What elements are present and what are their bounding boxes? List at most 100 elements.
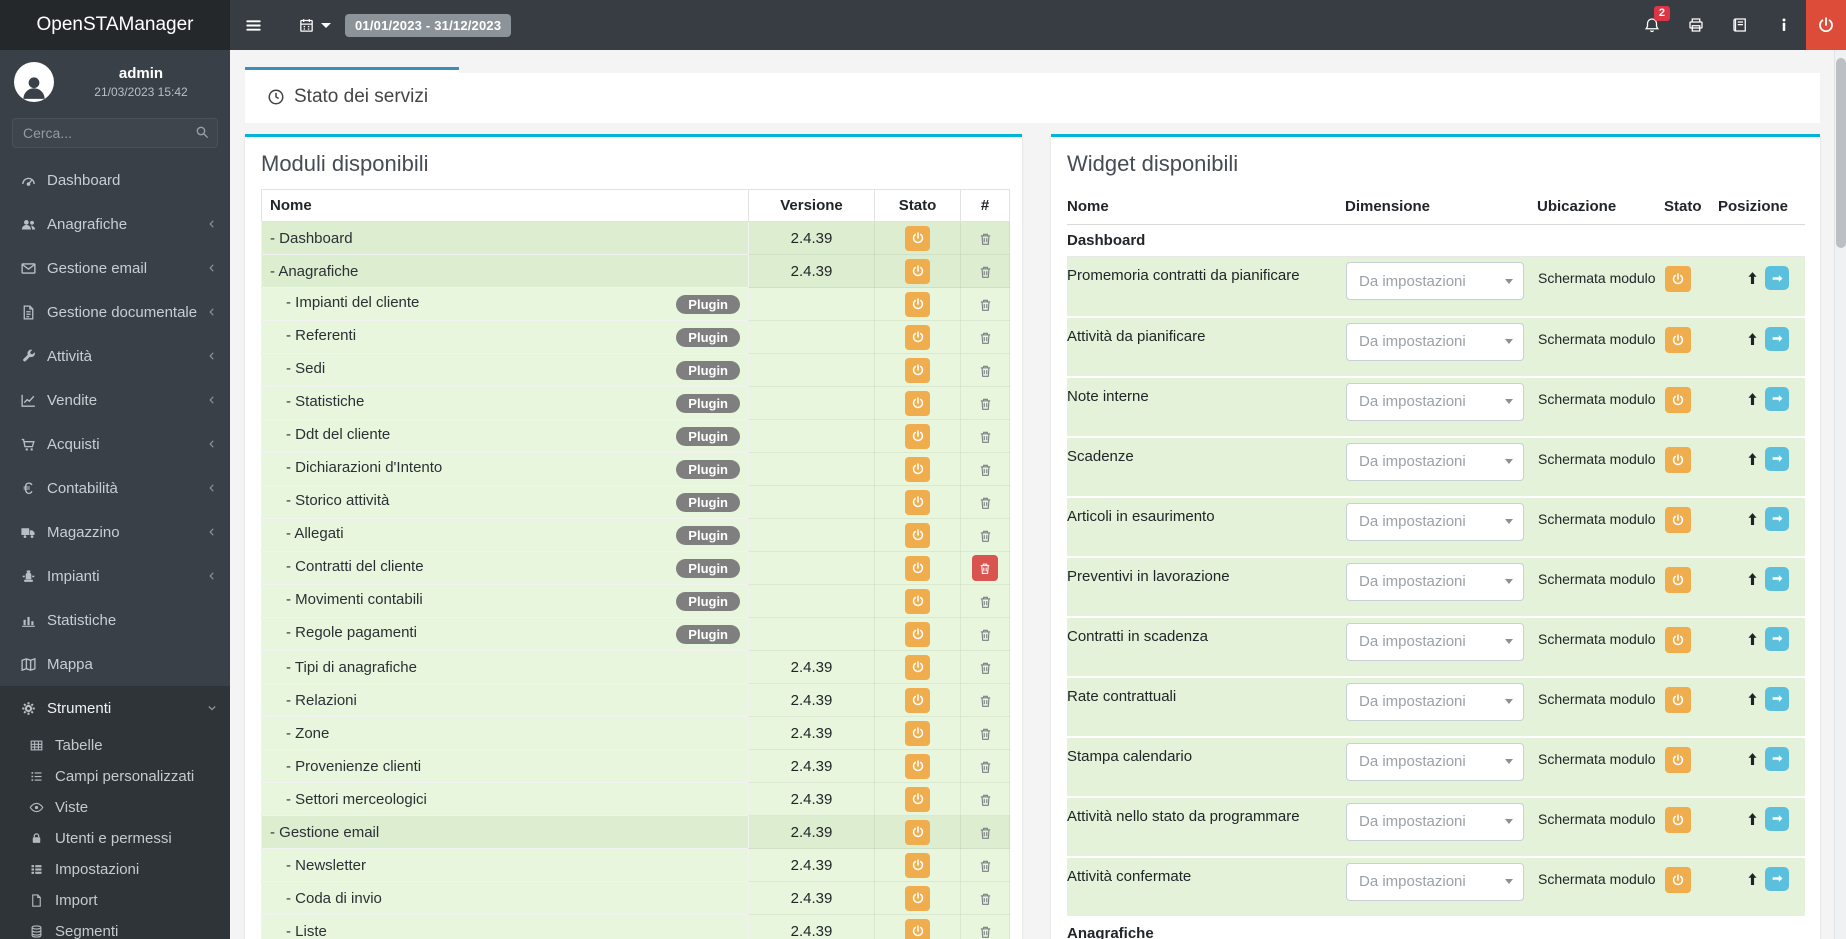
module-toggle-button[interactable] (905, 357, 930, 383)
sidebar-item-viste[interactable]: Viste (0, 792, 230, 823)
move-up-button[interactable] (1745, 451, 1760, 467)
sidebar-item-mappa[interactable]: Mappa (0, 642, 230, 686)
module-toggle-button[interactable] (905, 423, 930, 449)
trash-icon[interactable] (978, 726, 993, 742)
module-toggle-button[interactable] (905, 621, 930, 647)
go-to-widget-button[interactable] (1765, 806, 1789, 831)
sidebar-item-magazzino[interactable]: Magazzino (0, 510, 230, 554)
module-toggle-button[interactable] (905, 720, 930, 746)
go-to-widget-button[interactable] (1765, 326, 1789, 351)
trash-icon[interactable] (978, 330, 993, 346)
widget-dimension-select[interactable]: Da impostazioni (1346, 562, 1524, 601)
widget-toggle-button[interactable] (1665, 266, 1691, 292)
module-toggle-button[interactable] (905, 885, 930, 911)
module-toggle-button[interactable] (905, 225, 930, 251)
widget-dimension-select[interactable]: Da impostazioni (1346, 682, 1524, 721)
sidebar-item-contabilit[interactable]: € Contabilità (0, 466, 230, 510)
module-toggle-button[interactable] (905, 324, 930, 350)
widget-toggle-button[interactable] (1665, 326, 1691, 353)
move-up-button[interactable] (1745, 751, 1760, 767)
scrollbar-thumb[interactable] (1836, 58, 1846, 248)
module-toggle-button[interactable] (905, 390, 930, 416)
trash-icon[interactable] (978, 594, 993, 610)
module-toggle-button[interactable] (905, 852, 930, 878)
move-up-button[interactable] (1745, 631, 1760, 647)
trash-icon[interactable] (978, 297, 993, 313)
trash-icon[interactable] (978, 693, 993, 709)
sidebar-item-gestione-email[interactable]: Gestione email (0, 246, 230, 290)
trash-icon[interactable] (978, 396, 993, 412)
sidebar-item-import[interactable]: Import (0, 885, 230, 916)
widget-dimension-select[interactable]: Da impostazioni (1346, 442, 1524, 481)
sidebar-item-strumenti[interactable]: Strumenti (0, 686, 230, 730)
trash-icon[interactable] (978, 858, 993, 874)
widget-toggle-button[interactable] (1665, 446, 1691, 473)
sidebar-item-acquisti[interactable]: Acquisti (0, 422, 230, 466)
trash-icon[interactable] (978, 759, 993, 775)
module-toggle-button[interactable] (905, 522, 930, 548)
module-toggle-button[interactable] (905, 819, 930, 845)
sidebar-item-utenti-e-permessi[interactable]: Utenti e permessi (0, 823, 230, 854)
move-up-button[interactable] (1745, 811, 1760, 827)
widget-dimension-select[interactable]: Da impostazioni (1346, 322, 1524, 361)
sidebar-item-impostazioni[interactable]: Impostazioni (0, 854, 230, 885)
trash-icon[interactable] (978, 231, 993, 247)
module-toggle-button[interactable] (905, 555, 930, 581)
widget-dimension-select[interactable]: Da impostazioni (1346, 502, 1524, 541)
info-button[interactable] (1762, 0, 1806, 50)
sidebar-item-vendite[interactable]: Vendite (0, 378, 230, 422)
module-toggle-button[interactable] (905, 291, 930, 317)
sidebar-item-campi-personalizzati[interactable]: Campi personalizzati (0, 761, 230, 792)
trash-icon[interactable] (978, 792, 993, 808)
widget-toggle-button[interactable] (1665, 686, 1691, 713)
widget-toggle-button[interactable] (1665, 626, 1691, 653)
module-toggle-button[interactable] (905, 258, 930, 284)
move-up-button[interactable] (1745, 511, 1760, 527)
module-toggle-button[interactable] (905, 489, 930, 515)
sidebar-item-dashboard[interactable]: Dashboard (0, 158, 230, 202)
sidebar-item-segmenti[interactable]: Segmenti (0, 916, 230, 939)
widget-dimension-select[interactable]: Da impostazioni (1346, 262, 1524, 300)
widget-toggle-button[interactable] (1665, 506, 1691, 533)
widget-toggle-button[interactable] (1665, 746, 1691, 773)
move-up-button[interactable] (1745, 571, 1760, 587)
widget-toggle-button[interactable] (1665, 866, 1691, 893)
widget-dimension-select[interactable]: Da impostazioni (1346, 382, 1524, 421)
module-toggle-button[interactable] (905, 753, 930, 779)
logout-button[interactable] (1806, 0, 1846, 50)
module-toggle-button[interactable] (905, 786, 930, 812)
app-logo[interactable]: OpenSTAManager (0, 0, 230, 50)
widget-toggle-button[interactable] (1665, 806, 1691, 833)
widget-toggle-button[interactable] (1665, 386, 1691, 413)
sidebar-item-impianti[interactable]: Impianti (0, 554, 230, 598)
trash-icon[interactable] (978, 462, 993, 478)
module-toggle-button[interactable] (905, 456, 930, 482)
move-up-button[interactable] (1745, 270, 1760, 286)
search-input[interactable] (12, 118, 218, 148)
sidebar-item-tabelle[interactable]: Tabelle (0, 730, 230, 761)
trash-icon[interactable] (978, 264, 993, 280)
notifications-button[interactable]: 2 (1630, 0, 1674, 50)
trash-icon[interactable] (978, 429, 993, 445)
sidebar-item-gestione-documentale[interactable]: Gestione documentale (0, 290, 230, 334)
go-to-widget-button[interactable] (1765, 866, 1789, 891)
hamburger-menu-button[interactable] (230, 0, 276, 50)
trash-icon[interactable] (978, 627, 993, 643)
go-to-widget-button[interactable] (1765, 566, 1789, 591)
go-to-widget-button[interactable] (1765, 386, 1789, 411)
trash-icon[interactable] (978, 363, 993, 379)
go-to-widget-button[interactable] (1765, 746, 1789, 771)
move-up-button[interactable] (1745, 691, 1760, 707)
trash-icon[interactable] (978, 528, 993, 544)
move-up-button[interactable] (1745, 331, 1760, 347)
sidebar-item-anagrafiche[interactable]: Anagrafiche (0, 202, 230, 246)
module-delete-button[interactable] (972, 555, 998, 581)
widget-toggle-button[interactable] (1665, 566, 1691, 593)
go-to-widget-button[interactable] (1765, 686, 1789, 711)
trash-icon[interactable] (978, 660, 993, 676)
trash-icon[interactable] (978, 825, 993, 841)
widget-dimension-select[interactable]: Da impostazioni (1346, 802, 1524, 841)
manual-button[interactable] (1718, 0, 1762, 50)
print-button[interactable] (1674, 0, 1718, 50)
trash-icon[interactable] (978, 891, 993, 907)
